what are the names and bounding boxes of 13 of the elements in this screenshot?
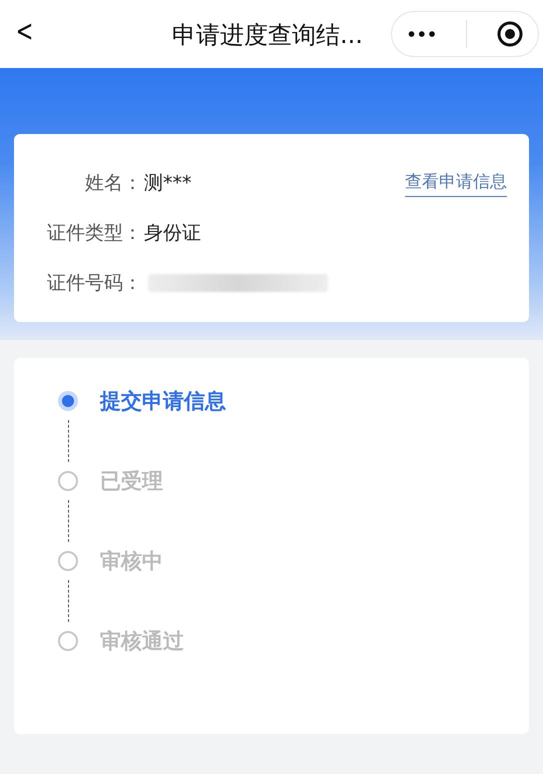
- field-label: 证件类型：: [46, 221, 142, 246]
- view-application-link[interactable]: 查看申请信息: [405, 170, 507, 196]
- field-label: 证件号码：: [46, 271, 142, 296]
- field-value: 身份证: [144, 221, 201, 246]
- step-label: 提交申请信息: [100, 388, 226, 415]
- step-label: 审核中: [100, 548, 163, 575]
- field-label: 姓名：: [84, 171, 142, 196]
- more-button[interactable]: •••: [406, 24, 438, 44]
- field-value: 测***: [144, 171, 192, 196]
- step-label: 审核通过: [100, 628, 184, 655]
- back-button[interactable]: <: [16, 14, 34, 49]
- step-label: 已受理: [100, 468, 163, 495]
- page-title: 申请进度查询结...: [172, 20, 363, 51]
